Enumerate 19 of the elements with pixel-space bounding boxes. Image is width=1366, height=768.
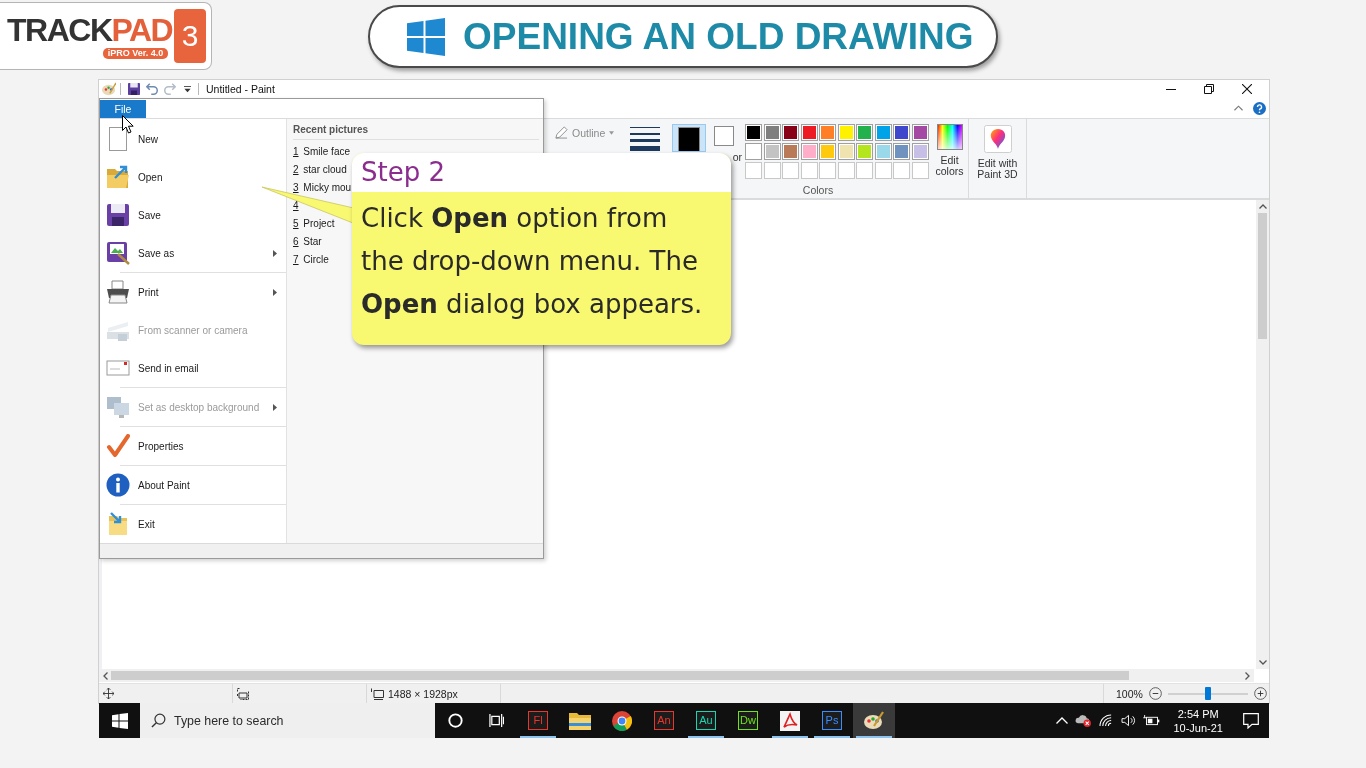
color-label: or [732, 152, 742, 163]
callout-text: Click Open option from the drop-down menu. The Open dialog box appears. [360, 202, 704, 321]
edition-tag: iPRO Ver. 4.0 [102, 47, 169, 59]
recent-pictures-heading: Recent pictures [293, 124, 369, 135]
clock-date: 10-Jun-21 [1173, 720, 1223, 735]
clock-time: 2:54 PM [1177, 706, 1219, 721]
volume-number: 3 [174, 9, 207, 63]
group-label: Colors [802, 184, 834, 198]
app-tile: An [654, 711, 674, 730]
logo-wordmark: TRACKPAD [7, 13, 173, 46]
banner-title: OPENING AN OLD DRAWING [463, 15, 974, 58]
app-tile: Ps [822, 711, 842, 730]
image-dimensions: 1488 × 1928px [388, 687, 458, 700]
zoom-percent: 100% [1116, 687, 1143, 700]
app-tile: Fl [528, 711, 548, 730]
window-title: Untitled - Paint [206, 83, 275, 95]
app-tile: Au [696, 711, 716, 730]
callout-title: Step 2 [352, 153, 731, 192]
app-tile: Dw [738, 711, 758, 730]
